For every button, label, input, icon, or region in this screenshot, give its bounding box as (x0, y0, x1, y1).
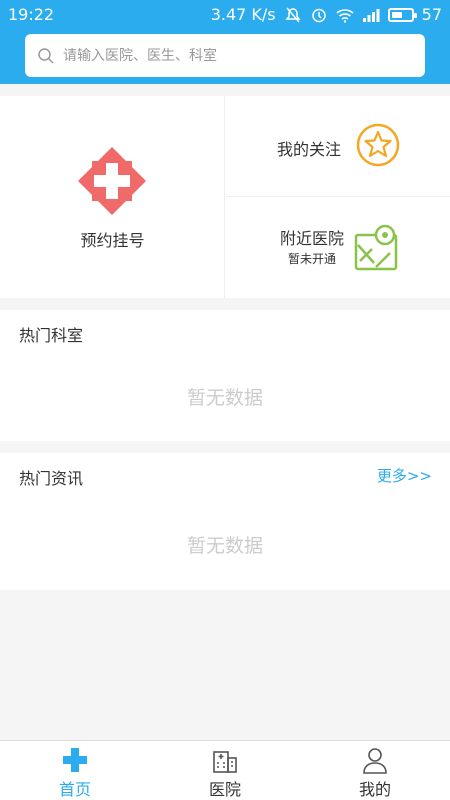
hot-news-empty: 暂无数据 (186, 535, 263, 557)
alarm-icon (311, 8, 326, 22)
appointment-button[interactable]: 预约挂号 (0, 96, 225, 298)
cellular-signal-icon (362, 8, 380, 22)
battery-fill (391, 11, 402, 18)
search-icon (38, 47, 54, 64)
hot-news-section: 热门资讯 更多>> 暂无数据 (0, 453, 450, 590)
tab-home-label: 首页 (58, 780, 91, 799)
user-icon (363, 748, 387, 774)
hot-departments-section: 热门科室 暂无数据 (0, 310, 450, 441)
appointment-label: 预约挂号 (80, 231, 145, 250)
star-icon (356, 123, 400, 167)
nearby-label: 附近医院 (280, 229, 345, 248)
search-bar[interactable] (25, 34, 425, 77)
tab-mine[interactable]: 我的 (300, 741, 450, 800)
home-cross-icon (63, 748, 87, 772)
mute-bell-icon (285, 7, 301, 22)
quick-menu: 预约挂号 我的关注 附近医院 暂未开通 (0, 96, 450, 298)
tab-home[interactable]: 首页 (0, 741, 150, 800)
map-pin-icon (354, 224, 398, 271)
my-follow-button[interactable]: 我的关注 (226, 96, 450, 197)
status-right: 3.47 K/s 57 (211, 5, 442, 24)
follow-label: 我的关注 (277, 140, 342, 159)
medical-cross-icon (78, 147, 146, 215)
tab-mine-label: 我的 (358, 780, 391, 799)
network-speed: 3.47 K/s (210, 5, 276, 24)
status-bar: 19:22 3.47 K/s 57 (0, 0, 450, 28)
nearby-hospital-button[interactable]: 附近医院 暂未开通 (226, 197, 450, 298)
more-link[interactable]: 更多>> (377, 465, 432, 486)
battery-level: 57 (421, 5, 442, 24)
tab-hospital[interactable]: 医院 (150, 741, 300, 800)
wifi-icon (336, 8, 354, 23)
hot-departments-empty: 暂无数据 (186, 387, 263, 409)
hospital-building-icon (213, 751, 237, 773)
search-input[interactable] (63, 47, 237, 64)
status-time: 19:22 (8, 5, 55, 24)
bottom-tab-bar: 首页 医院 我的 (0, 740, 450, 800)
hot-departments-title: 热门科室 (19, 326, 84, 345)
hot-news-title: 热门资讯 (19, 469, 84, 488)
nearby-sub-label: 暂未开通 (288, 252, 337, 266)
tab-hospital-label: 医院 (208, 780, 241, 799)
battery-icon (387, 7, 417, 22)
